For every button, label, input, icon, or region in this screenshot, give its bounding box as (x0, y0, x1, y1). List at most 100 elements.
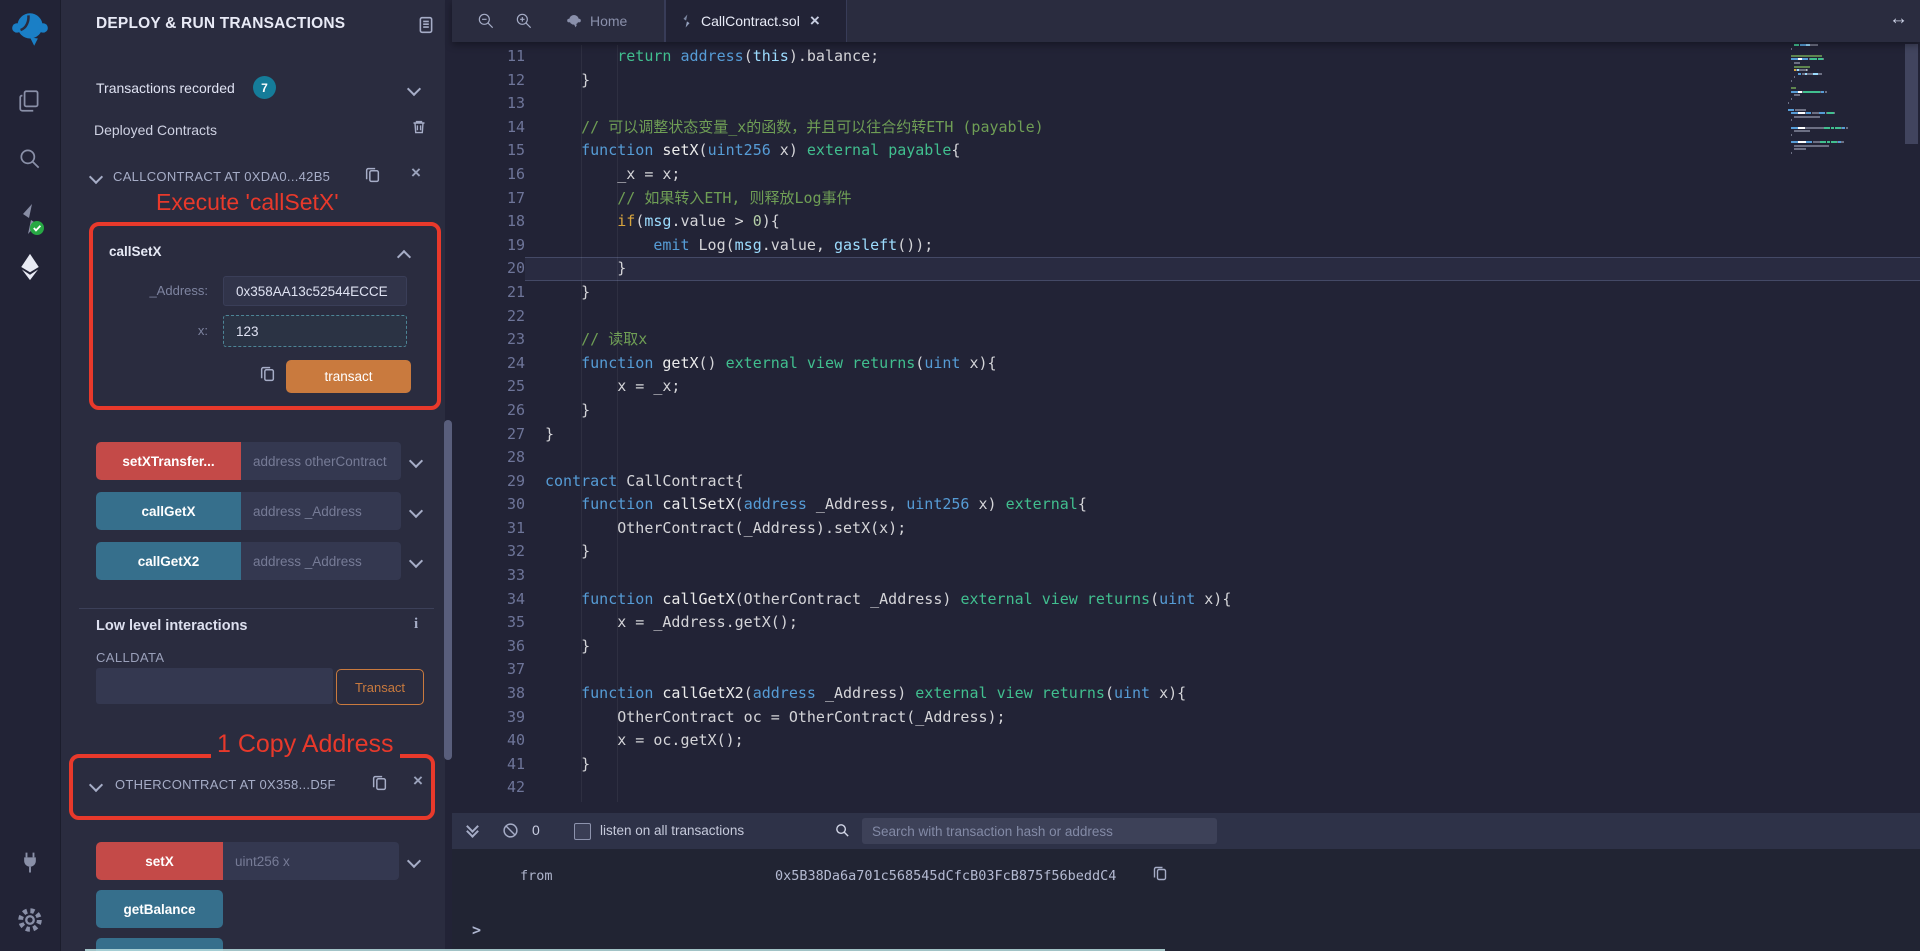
line-number[interactable]: 16 (452, 163, 525, 187)
chevron-down-icon[interactable] (407, 854, 421, 868)
code-line[interactable]: 23 // 读取x (452, 328, 1920, 352)
line-number[interactable]: 19 (452, 234, 525, 258)
line-number[interactable]: 34 (452, 588, 525, 612)
search-icon[interactable] (834, 822, 851, 844)
code-line[interactable]: 26 } (452, 399, 1920, 423)
line-number[interactable]: 38 (452, 682, 525, 706)
line-number[interactable]: 18 (452, 210, 525, 234)
documentation-icon[interactable] (417, 16, 435, 39)
calldata-input[interactable] (96, 668, 333, 704)
panel-scrollbar[interactable] (444, 420, 452, 760)
lowlevel-transact-button[interactable]: Transact (336, 669, 424, 705)
close-tab-icon[interactable]: × (810, 14, 820, 28)
transact-button[interactable]: transact (286, 360, 411, 393)
line-number[interactable]: 35 (452, 611, 525, 635)
line-number[interactable]: 23 (452, 328, 525, 352)
line-number[interactable]: 39 (452, 706, 525, 730)
terminal-search-input[interactable] (862, 818, 1217, 844)
copy-icon[interactable] (1152, 865, 1168, 886)
code-line[interactable]: 13 (452, 92, 1920, 116)
code-line[interactable]: 14 // 可以调整状态变量_x的函数，并且可以往合约转ETH (payable… (452, 116, 1920, 140)
code-line[interactable]: 16 _x = x; (452, 163, 1920, 187)
solidity-compiler-icon[interactable] (0, 202, 60, 236)
line-number[interactable]: 20 (452, 257, 525, 281)
code-line[interactable]: 11 return address(this).balance; (452, 45, 1920, 69)
line-number[interactable]: 25 (452, 375, 525, 399)
code-line[interactable]: 18 if(msg.value > 0){ (452, 210, 1920, 234)
line-number[interactable]: 14 (452, 116, 525, 140)
code-editor[interactable]: 11 return address(this).balance;12 }1314… (452, 42, 1920, 813)
code-line[interactable]: 20 } (452, 257, 1920, 281)
getbalance-button[interactable]: getBalance (96, 890, 223, 928)
line-number[interactable]: 29 (452, 470, 525, 494)
code-line[interactable]: 31 OtherContract(_Address).setX(x); (452, 517, 1920, 541)
line-number[interactable]: 33 (452, 564, 525, 588)
line-number[interactable]: 26 (452, 399, 525, 423)
x-input[interactable] (223, 315, 407, 347)
code-line[interactable]: 36 } (452, 635, 1920, 659)
line-number[interactable]: 30 (452, 493, 525, 517)
chevron-down-icon[interactable] (409, 504, 423, 518)
editor-scrollbar[interactable] (1905, 44, 1918, 144)
code-line[interactable]: 34 function callGetX(OtherContract _Addr… (452, 588, 1920, 612)
close-icon[interactable]: × (411, 166, 421, 180)
copy-icon[interactable] (364, 166, 381, 188)
setx-arg-input[interactable] (223, 842, 399, 880)
chevron-down-icon[interactable] (407, 82, 421, 96)
close-icon[interactable]: × (413, 774, 423, 788)
line-number[interactable]: 12 (452, 69, 525, 93)
code-line[interactable]: 41 } (452, 753, 1920, 777)
tab-home[interactable]: Home (552, 0, 665, 42)
chevron-down-icon[interactable] (89, 170, 103, 184)
setxtransfer-button[interactable]: setXTransfer... (96, 442, 241, 480)
code-line[interactable]: 35 x = _Address.getX(); (452, 611, 1920, 635)
code-line[interactable]: 38 function callGetX2(address _Address) … (452, 682, 1920, 706)
clear-console-icon[interactable] (502, 822, 519, 844)
code-line[interactable]: 29contract CallContract{ (452, 470, 1920, 494)
copy-icon[interactable] (259, 365, 276, 387)
deploy-run-icon[interactable] (0, 252, 60, 282)
expand-horizontal-icon[interactable]: ↔ (1889, 8, 1908, 30)
code-line[interactable]: 30 function callSetX(address _Address, u… (452, 493, 1920, 517)
listen-all-checkbox[interactable] (574, 823, 591, 840)
line-number[interactable]: 15 (452, 139, 525, 163)
line-number[interactable]: 17 (452, 187, 525, 211)
plugin-manager-icon[interactable] (0, 848, 60, 876)
line-number[interactable]: 22 (452, 305, 525, 329)
tab-callcontract-sol[interactable]: CallContract.sol × (665, 0, 847, 42)
search-icon[interactable] (0, 146, 60, 172)
line-number[interactable]: 28 (452, 446, 525, 470)
contract-instance-title[interactable]: CALLCONTRACT AT 0XDA0...42B5 (113, 169, 330, 184)
collapse-terminal-icon[interactable] (468, 822, 477, 836)
line-number[interactable]: 31 (452, 517, 525, 541)
code-line[interactable]: 32 } (452, 540, 1920, 564)
trash-icon[interactable] (411, 119, 427, 140)
terminal-prompt[interactable]: > (472, 921, 481, 939)
copy-icon[interactable] (371, 774, 388, 796)
code-line[interactable]: 21 } (452, 281, 1920, 305)
code-line[interactable]: 12 } (452, 69, 1920, 93)
line-number[interactable]: 27 (452, 423, 525, 447)
code-line[interactable]: 42 (452, 776, 1920, 800)
line-number[interactable]: 24 (452, 352, 525, 376)
line-number[interactable]: 37 (452, 658, 525, 682)
zoom-out-icon[interactable] (476, 11, 496, 36)
address-input[interactable] (223, 276, 407, 306)
line-number[interactable]: 40 (452, 729, 525, 753)
line-number[interactable]: 41 (452, 753, 525, 777)
code-line[interactable]: 22 (452, 305, 1920, 329)
code-line[interactable]: 24 function getX() external view returns… (452, 352, 1920, 376)
line-number[interactable]: 21 (452, 281, 525, 305)
editor-minimap[interactable] (1788, 44, 1902, 159)
settings-icon[interactable] (0, 906, 60, 934)
remix-logo[interactable] (0, 8, 60, 50)
chevron-down-icon[interactable] (409, 554, 423, 568)
callgetx2-arg-input[interactable] (241, 542, 401, 580)
line-number[interactable]: 13 (452, 92, 525, 116)
callgetx-arg-input[interactable] (241, 492, 401, 530)
zoom-in-icon[interactable] (514, 11, 534, 36)
line-number[interactable]: 36 (452, 635, 525, 659)
file-explorer-icon[interactable] (0, 88, 60, 114)
code-line[interactable]: 40 x = oc.getX(); (452, 729, 1920, 753)
line-number[interactable]: 32 (452, 540, 525, 564)
